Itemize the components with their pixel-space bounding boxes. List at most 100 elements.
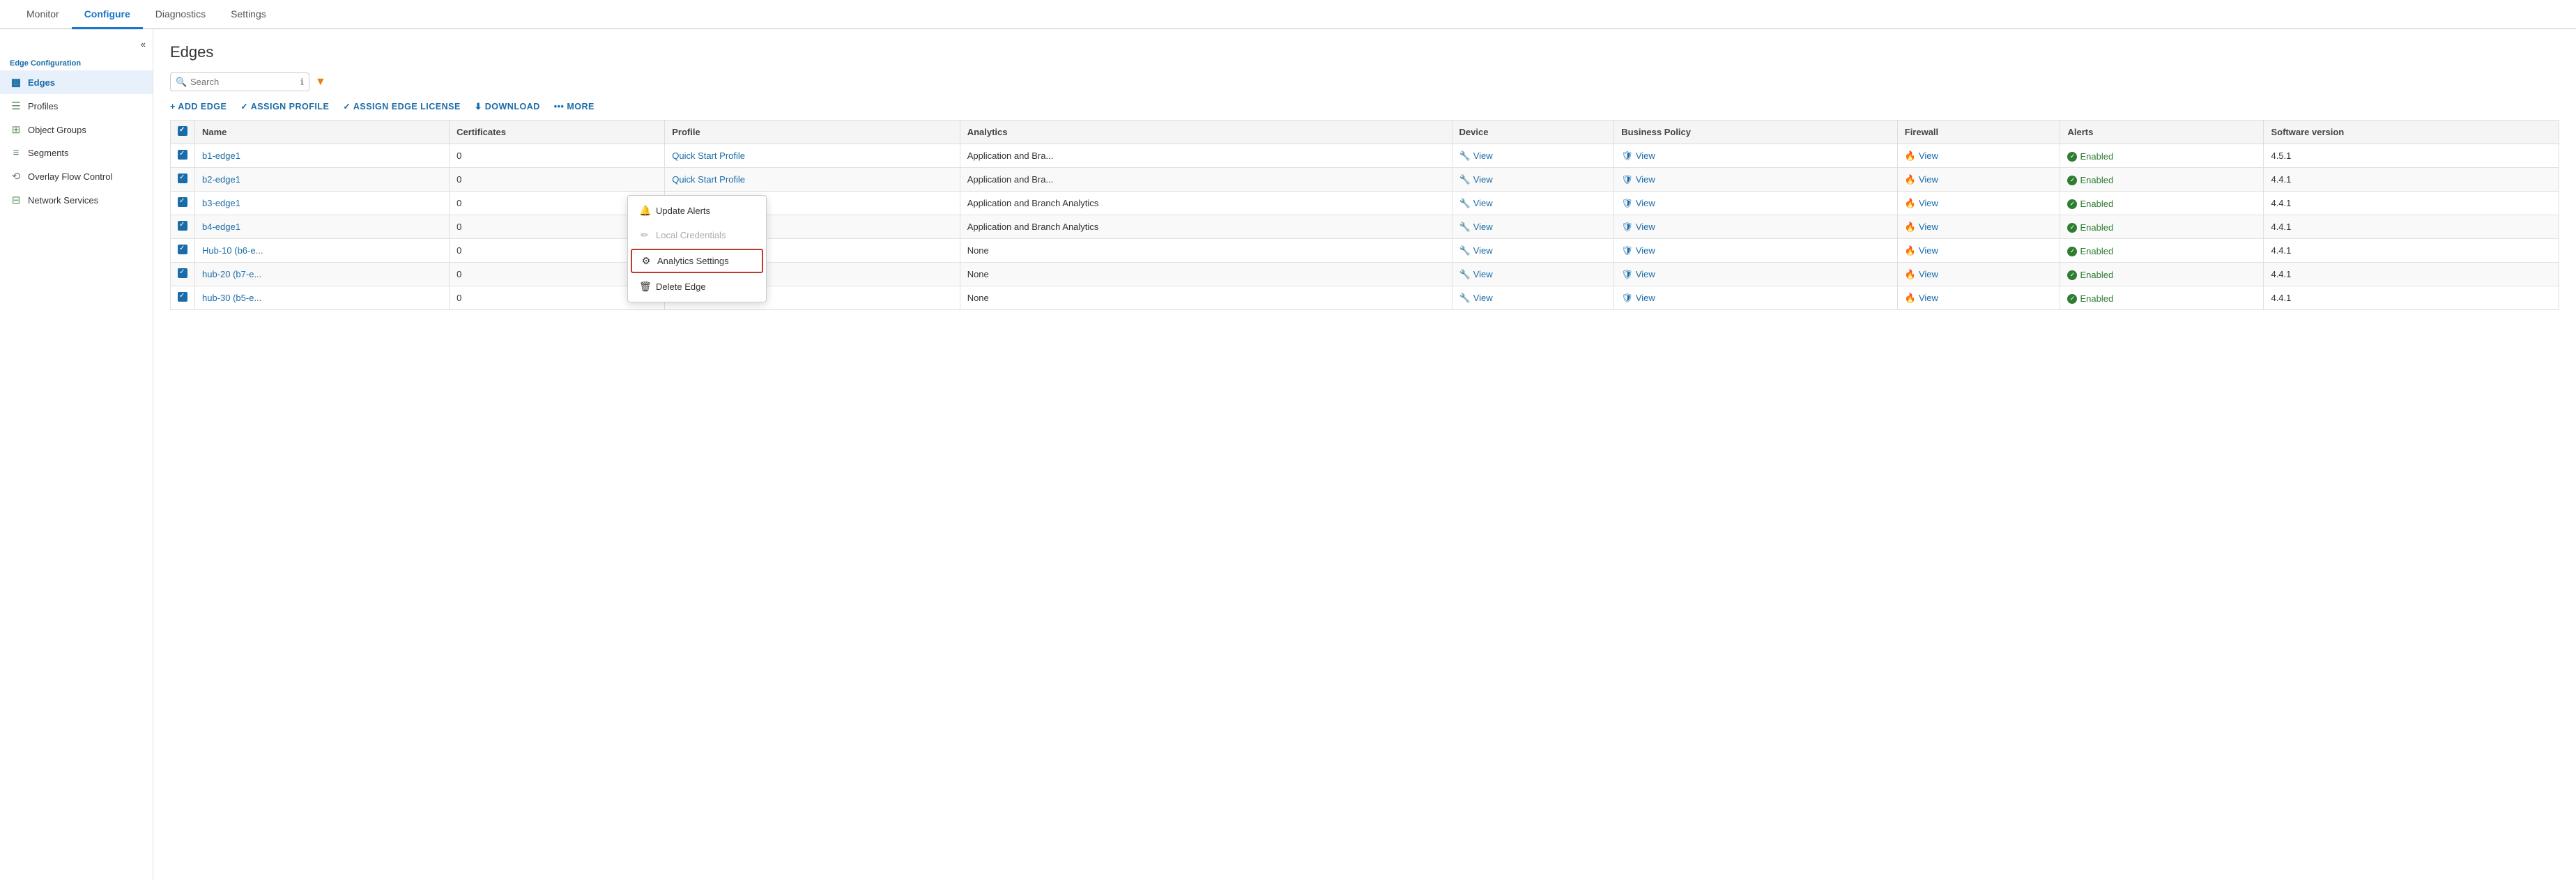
- device-view-btn[interactable]: 🔧 View: [1459, 222, 1493, 233]
- sidebar-item-overlay-flow-control[interactable]: ⟲Overlay Flow Control: [0, 164, 153, 188]
- row-alerts: ✓ Enabled: [2060, 263, 2264, 286]
- device-view-btn[interactable]: 🔧 View: [1459, 198, 1493, 209]
- fire-icon: 🔥: [1905, 245, 1916, 256]
- profiles-icon: ☰: [10, 100, 22, 112]
- dropdown-item-analytics-settings[interactable]: ⚙ Analytics Settings: [631, 249, 763, 273]
- top-nav-item-monitor[interactable]: Monitor: [14, 0, 72, 29]
- row-checkbox-cell: [171, 286, 195, 310]
- object-groups-icon: ⊞: [10, 123, 22, 136]
- row-name-link[interactable]: Hub-10 (b6-e...: [202, 245, 263, 256]
- business-policy-view-btn[interactable]: 🛡 View: [1621, 150, 1655, 162]
- download-button[interactable]: ⬇ DOWNLOAD: [475, 101, 540, 111]
- assign-edge-license-button[interactable]: ✓ ASSIGN EDGE LICENSE: [343, 101, 460, 111]
- row-checkbox[interactable]: [178, 150, 187, 160]
- fire-icon: 🔥: [1905, 198, 1916, 209]
- row-name-link[interactable]: hub-20 (b7-e...: [202, 269, 261, 279]
- software-version-header: Software version: [2264, 121, 2559, 144]
- firewall-view-btn[interactable]: 🔥 View: [1905, 174, 1938, 185]
- row-firewall: 🔥 View: [1897, 239, 2060, 263]
- row-certificates: 0: [450, 168, 665, 192]
- business-policy-view-btn[interactable]: 🛡 View: [1621, 293, 1655, 304]
- fire-icon: 🔥: [1905, 222, 1916, 233]
- row-name-link[interactable]: b4-edge1: [202, 222, 240, 232]
- top-nav-item-diagnostics[interactable]: Diagnostics: [143, 0, 218, 29]
- fire-icon: 🔥: [1905, 150, 1916, 162]
- row-checkbox-cell: [171, 263, 195, 286]
- row-checkbox[interactable]: [178, 292, 187, 302]
- analytics-header: Analytics: [960, 121, 1452, 144]
- update-alerts-icon: 🔔: [639, 205, 650, 217]
- dropdown-item-local-credentials: ✏Local Credentials: [628, 223, 766, 247]
- business-policy-view-btn[interactable]: 🛡 View: [1621, 222, 1655, 233]
- firewall-view-btn[interactable]: 🔥 View: [1905, 222, 1938, 233]
- row-business-policy: 🛡 View: [1614, 192, 1897, 215]
- business-policy-view-btn[interactable]: 🛡 View: [1621, 198, 1655, 209]
- business-policy-view-btn[interactable]: 🛡 View: [1621, 269, 1655, 280]
- row-firewall: 🔥 View: [1897, 263, 2060, 286]
- row-name: hub-30 (b5-e...: [195, 286, 450, 310]
- fire-icon: 🔥: [1905, 174, 1916, 185]
- network-services-icon: ⊟: [10, 194, 22, 206]
- dropdown-item-delete-edge[interactable]: 🗑Delete Edge: [628, 275, 766, 299]
- collapse-icon[interactable]: «: [141, 39, 146, 49]
- select-all-checkbox[interactable]: [178, 126, 187, 136]
- sidebar-item-segments[interactable]: ≡Segments: [0, 141, 153, 164]
- row-alerts: ✓ Enabled: [2060, 239, 2264, 263]
- table-row: hub-20 (b7-e...0HubsNone🔧 View🛡 View🔥 Vi…: [171, 263, 2559, 286]
- row-alerts: ✓ Enabled: [2060, 215, 2264, 239]
- row-checkbox[interactable]: [178, 268, 187, 278]
- row-profile-link[interactable]: Quick Start Profile: [672, 174, 745, 185]
- firewall-view-btn[interactable]: 🔥 View: [1905, 293, 1938, 304]
- row-name-link[interactable]: hub-30 (b5-e...: [202, 293, 261, 303]
- sidebar-item-object-groups[interactable]: ⊞Object Groups: [0, 118, 153, 141]
- analytics-settings-icon: ⚙: [641, 255, 652, 267]
- sidebar-item-edges[interactable]: ▦Edges: [0, 70, 153, 94]
- firewall-view-btn[interactable]: 🔥 View: [1905, 269, 1938, 280]
- dropdown-item-label-delete-edge: Delete Edge: [656, 281, 706, 292]
- top-nav-item-configure[interactable]: Configure: [72, 0, 143, 29]
- row-checkbox[interactable]: [178, 221, 187, 231]
- row-name-link[interactable]: b2-edge1: [202, 174, 240, 185]
- dropdown-item-update-alerts[interactable]: 🔔Update Alerts: [628, 199, 766, 223]
- firewall-view-btn[interactable]: 🔥 View: [1905, 150, 1938, 162]
- search-input[interactable]: [170, 72, 309, 91]
- info-icon[interactable]: ℹ: [300, 77, 304, 88]
- filter-icon[interactable]: ▼: [315, 76, 326, 88]
- top-nav-item-settings[interactable]: Settings: [218, 0, 279, 29]
- business-policy-view-btn[interactable]: 🛡 View: [1621, 174, 1655, 185]
- row-checkbox-cell: [171, 215, 195, 239]
- row-name: b4-edge1: [195, 215, 450, 239]
- row-name-link[interactable]: b1-edge1: [202, 150, 240, 161]
- row-name: hub-20 (b7-e...: [195, 263, 450, 286]
- more-button[interactable]: ••• MORE: [554, 102, 595, 111]
- row-firewall: 🔥 View: [1897, 168, 2060, 192]
- table-row: b3-edge10edge-3-profileApplication and B…: [171, 192, 2559, 215]
- row-checkbox[interactable]: [178, 245, 187, 254]
- row-checkbox[interactable]: [178, 197, 187, 207]
- row-checkbox[interactable]: [178, 173, 187, 183]
- search-icon: 🔍: [176, 77, 187, 88]
- firewall-view-btn[interactable]: 🔥 View: [1905, 245, 1938, 256]
- row-profile-link[interactable]: Quick Start Profile: [672, 150, 745, 161]
- sidebar-collapse-btn[interactable]: «: [0, 36, 153, 55]
- row-alerts: ✓ Enabled: [2060, 168, 2264, 192]
- device-view-btn[interactable]: 🔧 View: [1459, 293, 1493, 304]
- device-view-btn[interactable]: 🔧 View: [1459, 174, 1493, 185]
- enabled-dot: ✓: [2067, 223, 2077, 233]
- sidebar-item-profiles[interactable]: ☰Profiles: [0, 94, 153, 118]
- row-name-link[interactable]: b3-edge1: [202, 198, 240, 208]
- wrench-icon: 🔧: [1459, 222, 1471, 233]
- sidebar-item-network-services[interactable]: ⊟Network Services: [0, 188, 153, 212]
- device-view-btn[interactable]: 🔧 View: [1459, 245, 1493, 256]
- device-view-btn[interactable]: 🔧 View: [1459, 269, 1493, 280]
- dropdown-item-label-analytics-settings: Analytics Settings: [657, 256, 729, 266]
- row-device: 🔧 View: [1452, 168, 1614, 192]
- device-view-btn[interactable]: 🔧 View: [1459, 150, 1493, 162]
- sidebar: « Edge Configuration ▦Edges☰Profiles⊞Obj…: [0, 29, 153, 880]
- enabled-dot: ✓: [2067, 294, 2077, 304]
- sidebar-item-label-segments: Segments: [28, 148, 69, 158]
- assign-profile-button[interactable]: ✓ ASSIGN PROFILE: [240, 101, 329, 111]
- business-policy-view-btn[interactable]: 🛡 View: [1621, 245, 1655, 256]
- firewall-view-btn[interactable]: 🔥 View: [1905, 198, 1938, 209]
- add-edge-button[interactable]: + ADD EDGE: [170, 102, 227, 111]
